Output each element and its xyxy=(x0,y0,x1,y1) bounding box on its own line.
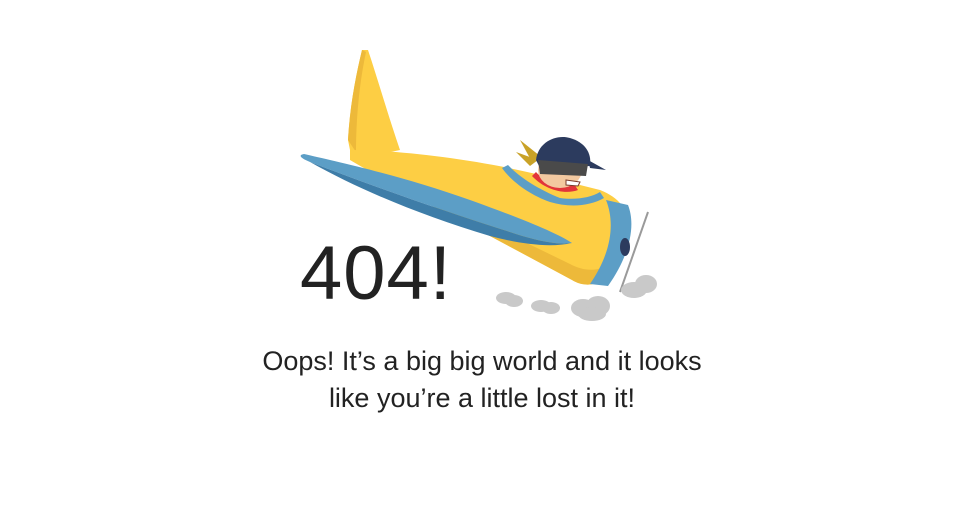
error-message-line-2: like you’re a little lost in it! xyxy=(328,383,636,413)
error-message-line-1: Oops! It’s a big big world and it looks xyxy=(262,346,702,376)
error-code-heading: 404! xyxy=(300,231,452,316)
error-message: Oops! It’s a big big world and it looks … xyxy=(0,343,964,417)
crashing-airplane-illustration xyxy=(300,50,657,321)
